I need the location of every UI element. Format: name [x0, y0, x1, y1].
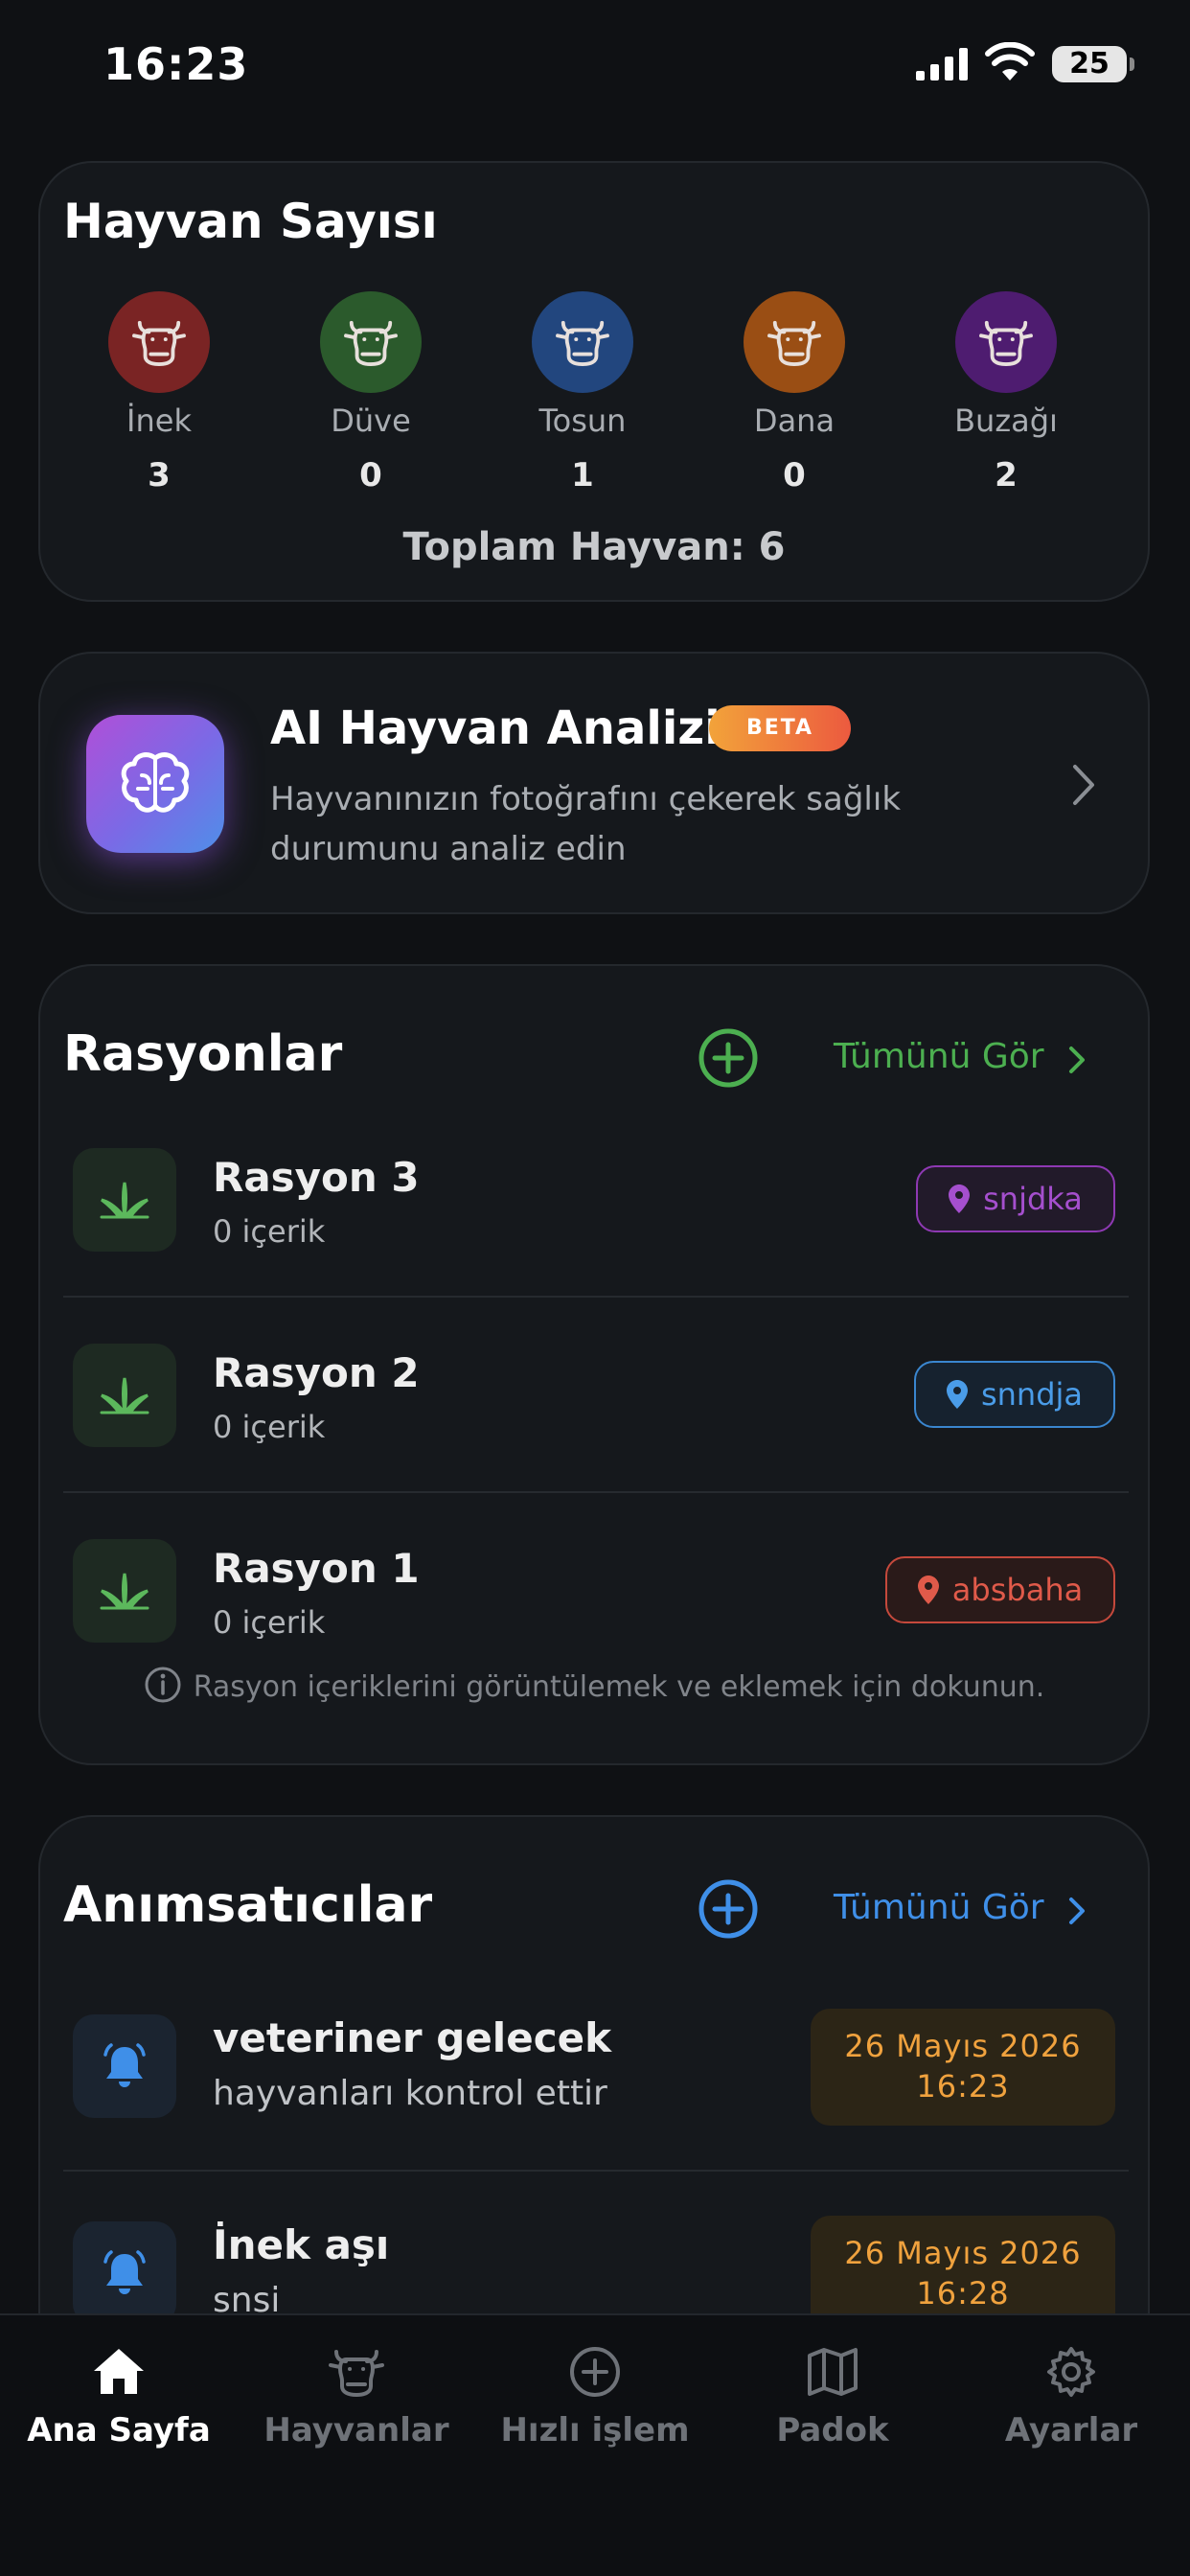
- tab-label: Ana Sayfa: [27, 2411, 211, 2450]
- ration-content-count: 0 içerik: [213, 1213, 326, 1250]
- animal-type-buzagi[interactable]: Buzağı 2: [920, 291, 1092, 494]
- rations-title: Rasyonlar: [63, 1025, 343, 1083]
- tab-settings[interactable]: Ayarlar: [952, 2346, 1190, 2450]
- info-icon: [145, 1667, 181, 1703]
- ration-content-count: 0 içerik: [213, 1409, 326, 1445]
- animal-type-duve[interactable]: Düve 0: [285, 291, 457, 494]
- animal-type-count: 0: [783, 456, 806, 494]
- reminders-see-all-link[interactable]: Tümünü Gör: [834, 1888, 1044, 1927]
- total-animals: Toplam Hayvan: 6: [402, 525, 786, 569]
- reminder-title: İnek aşı: [213, 2221, 390, 2268]
- animal-type-name: Buzağı: [954, 402, 1058, 439]
- rations-hint-text: Rasyon içeriklerini görüntülemek ve ekle…: [193, 1670, 1045, 1704]
- cow-icon: [108, 291, 210, 393]
- status-time: 16:23: [103, 38, 249, 90]
- chevron-right-icon[interactable]: [1067, 1045, 1087, 1075]
- ai-analysis-card[interactable]: AI Hayvan Analizi BETA Hayvanınızın foto…: [38, 652, 1150, 914]
- paddock-tag: snndja: [914, 1361, 1115, 1428]
- cow-icon: [320, 291, 422, 393]
- grass-icon: [73, 1344, 176, 1447]
- reminder-subtitle: hayvanları kontrol ettir: [213, 2074, 607, 2113]
- ration-name: Rasyon 1: [213, 1545, 420, 1592]
- add-reminder-button[interactable]: [698, 1878, 759, 1940]
- reminder-date-badge: 26 Mayıs 2026 16:23: [811, 2009, 1115, 2126]
- rations-hint: Rasyon içeriklerini görüntülemek ve ekle…: [40, 1666, 1148, 1704]
- map-icon: [808, 2348, 858, 2396]
- add-ration-button[interactable]: [698, 1027, 759, 1089]
- bell-ring-icon: [73, 2014, 176, 2118]
- reminders-title: Anımsatıcılar: [63, 1876, 433, 1934]
- chevron-right-icon[interactable]: [1067, 1896, 1087, 1926]
- cellular-signal-icon: [916, 48, 968, 80]
- animal-type-inek[interactable]: İnek 3: [73, 291, 245, 494]
- paddock-tag-label: snjdka: [983, 1181, 1083, 1217]
- animal-type-count: 0: [359, 456, 382, 494]
- beta-badge: BETA: [709, 705, 851, 751]
- tab-bar: Ana Sayfa Hayvanlar Hızlı işlem Padok Ay…: [0, 2313, 1190, 2576]
- tab-paddock[interactable]: Padok: [714, 2346, 951, 2450]
- cow-icon: [744, 291, 845, 393]
- cow-icon: [329, 2350, 384, 2397]
- reminder-date: 26 Mayıs 2026: [844, 2028, 1082, 2064]
- location-pin-icon: [917, 1576, 939, 1604]
- paddock-tag-label: absbaha: [951, 1572, 1084, 1608]
- paddock-tag-label: snndja: [980, 1376, 1084, 1413]
- ai-card-description: Hayvanınızın fotoğrafını çekerek sağlık …: [270, 780, 902, 868]
- animal-type-tosun[interactable]: Tosun 1: [496, 291, 669, 494]
- animal-count-card: Hayvan Sayısı İnek 3 Düve 0 Tosun 1 Dana…: [38, 161, 1150, 602]
- bell-ring-icon: [73, 2221, 176, 2325]
- battery-icon: 25: [1052, 46, 1134, 82]
- animal-type-name: Düve: [331, 402, 411, 439]
- reminder-time: 16:28: [916, 2275, 1010, 2312]
- animal-type-count: 3: [148, 456, 171, 494]
- home-icon: [94, 2349, 144, 2394]
- cow-icon: [532, 291, 633, 393]
- rations-card: Rasyonlar Tümünü Gör Rasyon 3 0 içerik s…: [38, 964, 1150, 1765]
- location-pin-icon: [949, 1184, 971, 1213]
- paddock-tag: snjdka: [916, 1165, 1115, 1232]
- paddock-tag: absbaha: [885, 1556, 1115, 1623]
- tab-label: Ayarlar: [1004, 2411, 1138, 2450]
- reminder-date: 26 Mayıs 2026: [844, 2235, 1082, 2271]
- animal-type-count: 2: [995, 456, 1018, 494]
- ration-name: Rasyon 3: [213, 1154, 420, 1201]
- divider: [63, 1296, 1129, 1298]
- chevron-right-icon: [1073, 765, 1094, 805]
- tab-animals[interactable]: Hayvanlar: [238, 2346, 475, 2450]
- animal-type-name: Tosun: [538, 402, 627, 439]
- divider: [63, 1491, 1129, 1493]
- wifi-icon: [985, 42, 1035, 80]
- brain-icon: [86, 715, 224, 853]
- animal-count-title: Hayvan Sayısı: [63, 194, 438, 249]
- grass-icon: [73, 1148, 176, 1252]
- location-pin-icon: [946, 1380, 968, 1409]
- divider: [63, 2170, 1129, 2172]
- animal-type-name: Dana: [753, 402, 835, 439]
- cow-icon: [955, 291, 1057, 393]
- animal-type-name: İnek: [126, 402, 192, 439]
- ai-card-title: AI Hayvan Analizi: [270, 702, 721, 755]
- animal-type-count: 1: [571, 456, 594, 494]
- tab-label: Padok: [776, 2411, 889, 2450]
- animal-type-dana[interactable]: Dana 0: [708, 291, 881, 494]
- ration-name: Rasyon 2: [213, 1349, 420, 1396]
- plus-circle-icon: [570, 2347, 620, 2397]
- reminder-time: 16:23: [916, 2068, 1010, 2104]
- tab-label: Hızlı işlem: [500, 2411, 690, 2450]
- tab-home[interactable]: Ana Sayfa: [0, 2346, 238, 2450]
- rations-see-all-link[interactable]: Tümünü Gör: [834, 1037, 1044, 1076]
- reminder-title: veteriner gelecek: [213, 2014, 612, 2061]
- tab-label: Hayvanlar: [263, 2411, 449, 2450]
- status-bar: 16:23 25: [0, 0, 1190, 134]
- grass-icon: [73, 1539, 176, 1643]
- ration-content-count: 0 içerik: [213, 1604, 326, 1641]
- tab-quick-action[interactable]: Hızlı işlem: [476, 2346, 714, 2450]
- gear-icon: [1047, 2347, 1095, 2397]
